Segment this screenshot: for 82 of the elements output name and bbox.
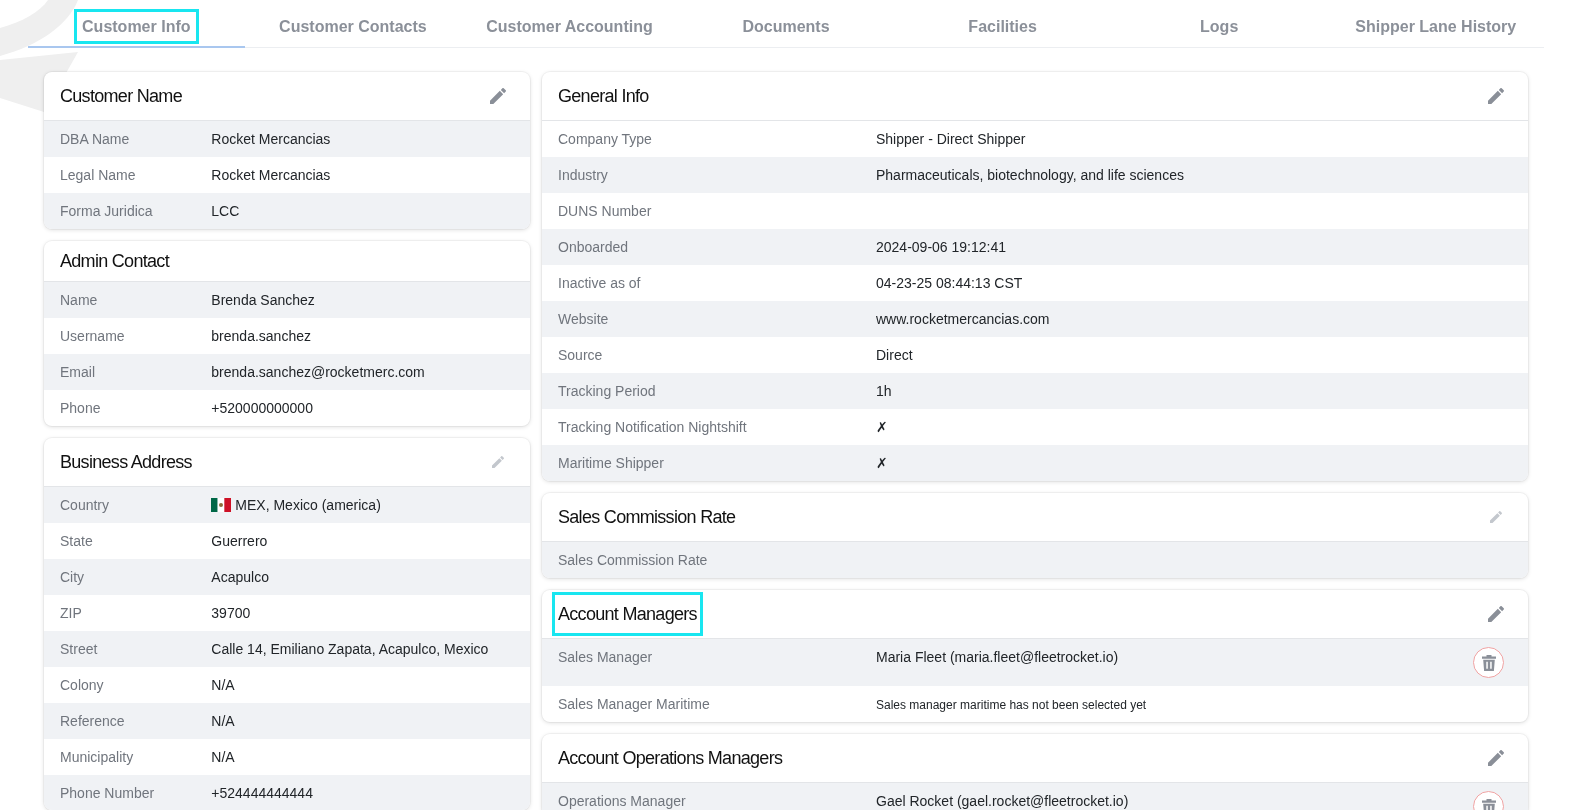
field-value: +524444444444 [211, 785, 313, 801]
flag-icon [211, 498, 232, 512]
field-label: Reference [60, 712, 126, 731]
pencil-icon [1490, 511, 1502, 523]
field-value: ✗ [876, 455, 888, 471]
field-value: +520000000000 [211, 400, 313, 416]
field-value: Guerrero [211, 533, 268, 549]
field-value: brenda.sanchez@rocketmerc.com [211, 364, 425, 380]
field-label: Username [60, 327, 126, 346]
field-label: Name [60, 291, 99, 310]
field-label: ZIP [60, 604, 83, 623]
field-label: Sales Manager [558, 648, 654, 667]
field-label: Colony [60, 676, 105, 695]
card-title: Account Operations Managers [558, 747, 783, 770]
field-label: City [60, 568, 86, 587]
card-title: Admin Contact [60, 250, 169, 273]
card-title: Customer Name [60, 85, 182, 108]
field-label: Sales Commission Rate [558, 551, 709, 570]
field-value: 04-23-25 08:44:13 CST [876, 275, 1023, 291]
field-label: Operations Manager [558, 792, 687, 810]
tab[interactable]: Facilities [894, 0, 1111, 48]
field-value: Gael Rocket (gael.rocket@fleetrocket.io) [876, 792, 1129, 810]
tab[interactable]: Shipper Lane History [1327, 0, 1545, 48]
field-label: Website [558, 310, 610, 329]
field-label: Forma Juridica [60, 202, 154, 221]
field-value: www.rocketmercancias.com [876, 311, 1050, 327]
pencil-icon [1488, 88, 1504, 104]
field-label: Sales Manager Maritime [558, 695, 711, 714]
pencil-icon [492, 456, 504, 468]
field-value: Pharmaceuticals, biotechnology, and life sciences [876, 167, 1184, 183]
tab[interactable]: Customer Accounting [461, 0, 678, 48]
card-title: Account Managers [552, 592, 703, 636]
tab[interactable]: Documents [677, 0, 895, 48]
field-label: Tracking Notification Nightshift [558, 418, 748, 437]
field-label: DBA Name [60, 130, 131, 149]
field-label: Municipality [60, 748, 135, 767]
field-label: Inactive as of [558, 274, 642, 293]
field-label: Onboarded [558, 238, 630, 257]
field-value: 2024-09-06 19:12:41 [876, 239, 1006, 255]
field-label: Street [60, 640, 99, 659]
field-label: Legal Name [60, 166, 137, 185]
field-value: Direct [876, 347, 913, 363]
field-value: Brenda Sanchez [211, 292, 315, 308]
field-label: Maritime Shipper [558, 454, 665, 473]
field-label: Tracking Period [558, 382, 657, 401]
field-value: 1h [876, 383, 892, 399]
field-label: Country [60, 496, 111, 515]
field-value: MEX, Mexico (america) [235, 496, 381, 515]
field-value: brenda.sanchez [211, 328, 311, 344]
delete-button[interactable] [1473, 647, 1504, 678]
field-value: LCC [211, 203, 240, 219]
field-value: N/A [211, 713, 235, 729]
field-label: Phone [60, 399, 102, 418]
tab[interactable]: Customer Info [28, 0, 245, 48]
pencil-icon [490, 88, 506, 104]
field-value: Rocket Mercancias [211, 167, 331, 183]
field-value: N/A [211, 749, 235, 765]
field-label: Source [558, 346, 604, 365]
card-title: Business Address [60, 451, 192, 474]
trash-icon [1481, 798, 1496, 810]
tab[interactable]: Customer Contacts [244, 0, 462, 48]
card-title: General Info [558, 85, 649, 108]
field-value: Maria Fleet (maria.fleet@fleetrocket.io) [876, 648, 1119, 667]
field-label: DUNS Number [558, 202, 653, 221]
pencil-icon [1488, 606, 1504, 622]
tab[interactable]: Logs [1110, 0, 1328, 48]
field-label: Phone Number [60, 784, 156, 803]
field-value: Rocket Mercancias [211, 131, 331, 147]
field-label: Email [60, 363, 96, 382]
field-value: 39700 [211, 605, 251, 621]
field-value: ✗ [876, 419, 888, 435]
pencil-icon [1488, 750, 1504, 766]
field-value: N/A [211, 677, 235, 693]
field-label: Industry [558, 166, 609, 185]
field-value: Calle 14, Emiliano Zapata, Acapulco, Mexico [211, 641, 489, 657]
field-label: State [60, 532, 94, 551]
field-value: Sales manager maritime has not been selected yet [876, 697, 1147, 712]
field-label: Company Type [558, 130, 653, 149]
field-value: Acapulco [211, 569, 269, 585]
card-title: Sales Commission Rate [558, 506, 736, 529]
field-value: Shipper - Direct Shipper [876, 131, 1026, 147]
trash-icon [1481, 654, 1496, 671]
